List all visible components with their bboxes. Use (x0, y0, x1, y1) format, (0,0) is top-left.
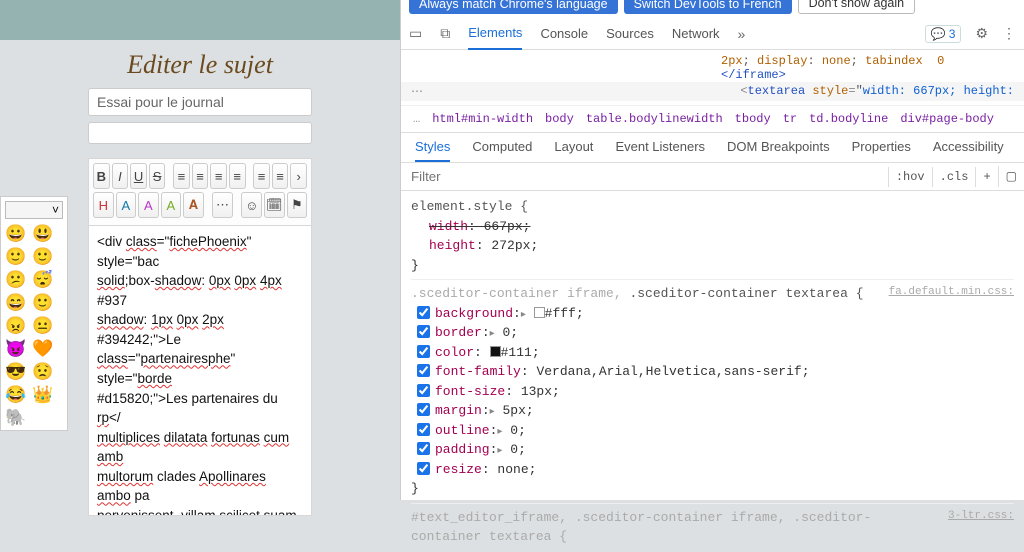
dont-show-button[interactable]: Don't show again (798, 0, 916, 14)
tab-elements[interactable]: Elements (468, 18, 522, 50)
date-button[interactable]: 🗓 (264, 192, 285, 218)
styles-filter-input[interactable] (401, 165, 888, 188)
lang-switch-button[interactable]: Switch DevTools to French (624, 0, 792, 14)
text-color-button[interactable]: 𝐀 (183, 192, 204, 218)
device-icon[interactable]: ⧉ (440, 25, 450, 42)
emoji-category-select[interactable]: ˅ (5, 201, 63, 219)
more-tabs-icon[interactable]: » (738, 26, 746, 42)
inspect-icon[interactable]: ▭ (409, 25, 422, 42)
font-family-button[interactable]: A (161, 192, 182, 218)
remove-format-button[interactable]: H (93, 192, 114, 218)
emoji-elephant[interactable]: 🐘 (5, 409, 26, 426)
lang-match-button[interactable]: Always match Chrome's language (409, 0, 618, 14)
italic-button[interactable]: I (112, 163, 129, 189)
prop-checkbox[interactable] (417, 384, 430, 397)
emoji-happy[interactable]: 🙂 (5, 248, 26, 265)
tab-styles[interactable]: Styles (415, 139, 450, 162)
cls-button[interactable]: .cls (932, 167, 976, 187)
page-title: Editer le sujet (0, 50, 400, 80)
prop-checkbox[interactable] (417, 462, 430, 475)
emoji-heart[interactable]: 🧡 (32, 340, 53, 357)
prop-checkbox[interactable] (417, 325, 430, 338)
emoji-sleep[interactable]: 😴 (32, 271, 53, 288)
dom-tree[interactable]: 2px; display: none; tabindex 0 </iframe>… (401, 50, 1024, 106)
source-link[interactable]: fa.default.min.css: (889, 284, 1014, 301)
list-button[interactable]: ≡ (253, 163, 270, 189)
editor-toolbar: B I U S ≡ ≡ ≡ ≡ ≡ ≡ › H A A A 𝐀 ⋯ ☺ 🗓 ⚑ (88, 158, 312, 226)
subject-input[interactable]: Essai pour le journal (88, 88, 312, 116)
tab-dom-breakpoints[interactable]: DOM Breakpoints (727, 139, 830, 162)
emoji-button[interactable]: ☺ (241, 192, 262, 218)
font-size-button[interactable]: A (138, 192, 159, 218)
emoji-worried[interactable]: 😟 (32, 363, 53, 380)
editor-textarea[interactable]: <div class="fichePhoenix" style="bac sol… (88, 226, 312, 516)
emoji-king[interactable]: 👑 (32, 386, 53, 403)
emoji-devil[interactable]: 😈 (5, 340, 26, 357)
emoji-smile[interactable]: 😀 (5, 225, 26, 242)
devtools-panel: Always match Chrome's language Switch De… (400, 0, 1024, 500)
align-center-button[interactable]: ≡ (192, 163, 209, 189)
flag-button[interactable]: ⚑ (287, 192, 308, 218)
secondary-input[interactable] (88, 122, 312, 144)
tab-console[interactable]: Console (540, 26, 588, 41)
emoji-panel: ˅ 😀 😃 🙂 🙂 😕 😴 😄 🙂 😠 😐 😈 🧡 😎 😟 😂 👑 🐘 (0, 196, 68, 431)
tab-computed[interactable]: Computed (472, 139, 532, 162)
css-rules[interactable]: element.style { width: 667px; height: 27… (401, 191, 1024, 552)
ordered-list-button[interactable]: ≡ (272, 163, 289, 189)
align-left-button[interactable]: ≡ (173, 163, 190, 189)
tab-event-listeners[interactable]: Event Listeners (615, 139, 705, 162)
add-rule-button[interactable]: + (975, 167, 997, 187)
emoji-confused[interactable]: 😕 (5, 271, 26, 288)
emoji-cool[interactable]: 😎 (5, 363, 26, 380)
source-link[interactable]: 3-ltr.css: (948, 508, 1014, 525)
prop-checkbox[interactable] (417, 442, 430, 455)
more-button[interactable]: ⋯ (212, 192, 233, 218)
emoji-angry[interactable]: 😠 (5, 317, 26, 334)
tab-network[interactable]: Network (672, 26, 720, 41)
align-right-button[interactable]: ≡ (210, 163, 227, 189)
tab-layout[interactable]: Layout (554, 139, 593, 162)
emoji-grin[interactable]: 😃 (32, 225, 53, 242)
emoji-neutral[interactable]: 😐 (32, 317, 53, 334)
align-justify-button[interactable]: ≡ (229, 163, 246, 189)
panel-layout-icon[interactable]: ▢ (998, 166, 1024, 187)
emoji-laugh[interactable]: 😄 (5, 294, 26, 311)
emoji-smile2[interactable]: 🙂 (32, 294, 53, 311)
tab-properties[interactable]: Properties (852, 139, 911, 162)
prop-checkbox[interactable] (417, 403, 430, 416)
bold-button[interactable]: B (93, 163, 110, 189)
font-color-button[interactable]: A (116, 192, 137, 218)
kebab-icon[interactable]: ⋮ (1002, 25, 1016, 42)
prop-checkbox[interactable] (417, 423, 430, 436)
hov-button[interactable]: :hov (888, 167, 932, 187)
underline-button[interactable]: U (130, 163, 147, 189)
tab-sources[interactable]: Sources (606, 26, 654, 41)
emoji-slight[interactable]: 🙂 (32, 248, 53, 265)
prop-checkbox[interactable] (417, 306, 430, 319)
prop-checkbox[interactable] (417, 364, 430, 377)
dom-breadcrumb[interactable]: … html#min-width body table.bodylinewidt… (401, 106, 1024, 133)
prop-checkbox[interactable] (417, 345, 430, 358)
strike-button[interactable]: S (149, 163, 166, 189)
emoji-lol[interactable]: 😂 (5, 386, 26, 403)
tab-accessibility[interactable]: Accessibility (933, 139, 1004, 162)
quote-button[interactable]: › (290, 163, 307, 189)
issues-badge[interactable]: 💬 3 (925, 25, 962, 43)
gear-icon[interactable]: ⚙ (975, 25, 988, 42)
